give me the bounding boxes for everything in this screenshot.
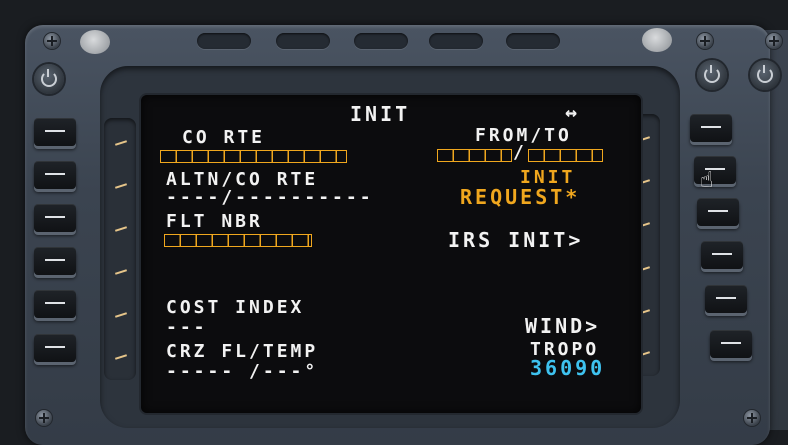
annunciator-slot — [197, 33, 251, 49]
flt-nbr-label: FLT NBR — [166, 211, 263, 232]
tropo-value[interactable]: 36090 — [530, 358, 605, 378]
brightness-knob-icon[interactable] — [34, 64, 64, 94]
lsk-2l[interactable] — [34, 161, 76, 189]
lsk-3l[interactable] — [34, 204, 76, 232]
lsk-5l[interactable] — [34, 290, 76, 318]
lsk-3r[interactable] — [697, 198, 739, 226]
screw-icon — [697, 33, 713, 49]
annunciator-light — [80, 30, 110, 54]
lsk-6l[interactable] — [34, 334, 76, 362]
altn-co-rte-value[interactable]: ----/---------- — [166, 188, 374, 208]
lsk-4r[interactable] — [701, 241, 743, 269]
co-rte-field[interactable] — [160, 150, 347, 163]
to-field[interactable] — [528, 149, 603, 162]
co-rte-label: CO RTE — [182, 127, 266, 148]
annunciator-light — [642, 28, 672, 52]
from-field[interactable] — [437, 149, 512, 162]
annunciator-slot — [354, 33, 408, 49]
from-to-separator: / — [513, 142, 524, 163]
crz-fl-temp-label: CRZ FL/TEMP — [166, 341, 319, 362]
lsk-6r[interactable] — [710, 330, 752, 358]
cost-index-label: COST INDEX — [166, 297, 305, 318]
init-request-prompt[interactable]: REQUEST* — [460, 187, 580, 207]
brightness-knob-icon[interactable] — [750, 60, 780, 90]
lsk-1l[interactable] — [34, 118, 76, 146]
lsk-1r[interactable] — [690, 114, 732, 142]
annunciator-slot — [276, 33, 330, 49]
wind-prompt[interactable]: WIND> — [525, 316, 600, 336]
flt-nbr-field[interactable] — [164, 234, 312, 247]
brightness-knob-icon[interactable] — [697, 60, 727, 90]
annunciator-slot — [429, 33, 483, 49]
lsk-4l[interactable] — [34, 247, 76, 275]
slew-arrows[interactable]: ↔ — [565, 102, 577, 122]
irs-init-prompt[interactable]: IRS INIT> — [448, 230, 583, 250]
screw-icon — [44, 33, 60, 49]
lsk-left-guide — [104, 118, 136, 380]
annunciator-slot — [506, 33, 560, 49]
lsk-5r[interactable] — [705, 285, 747, 313]
crz-fl-temp-value[interactable]: ----- /---° — [166, 362, 318, 382]
screw-icon — [766, 33, 782, 49]
page-title: INIT — [350, 102, 411, 126]
cost-index-value[interactable]: --- — [166, 318, 208, 338]
hand-cursor-icon: ☝ — [700, 168, 714, 193]
